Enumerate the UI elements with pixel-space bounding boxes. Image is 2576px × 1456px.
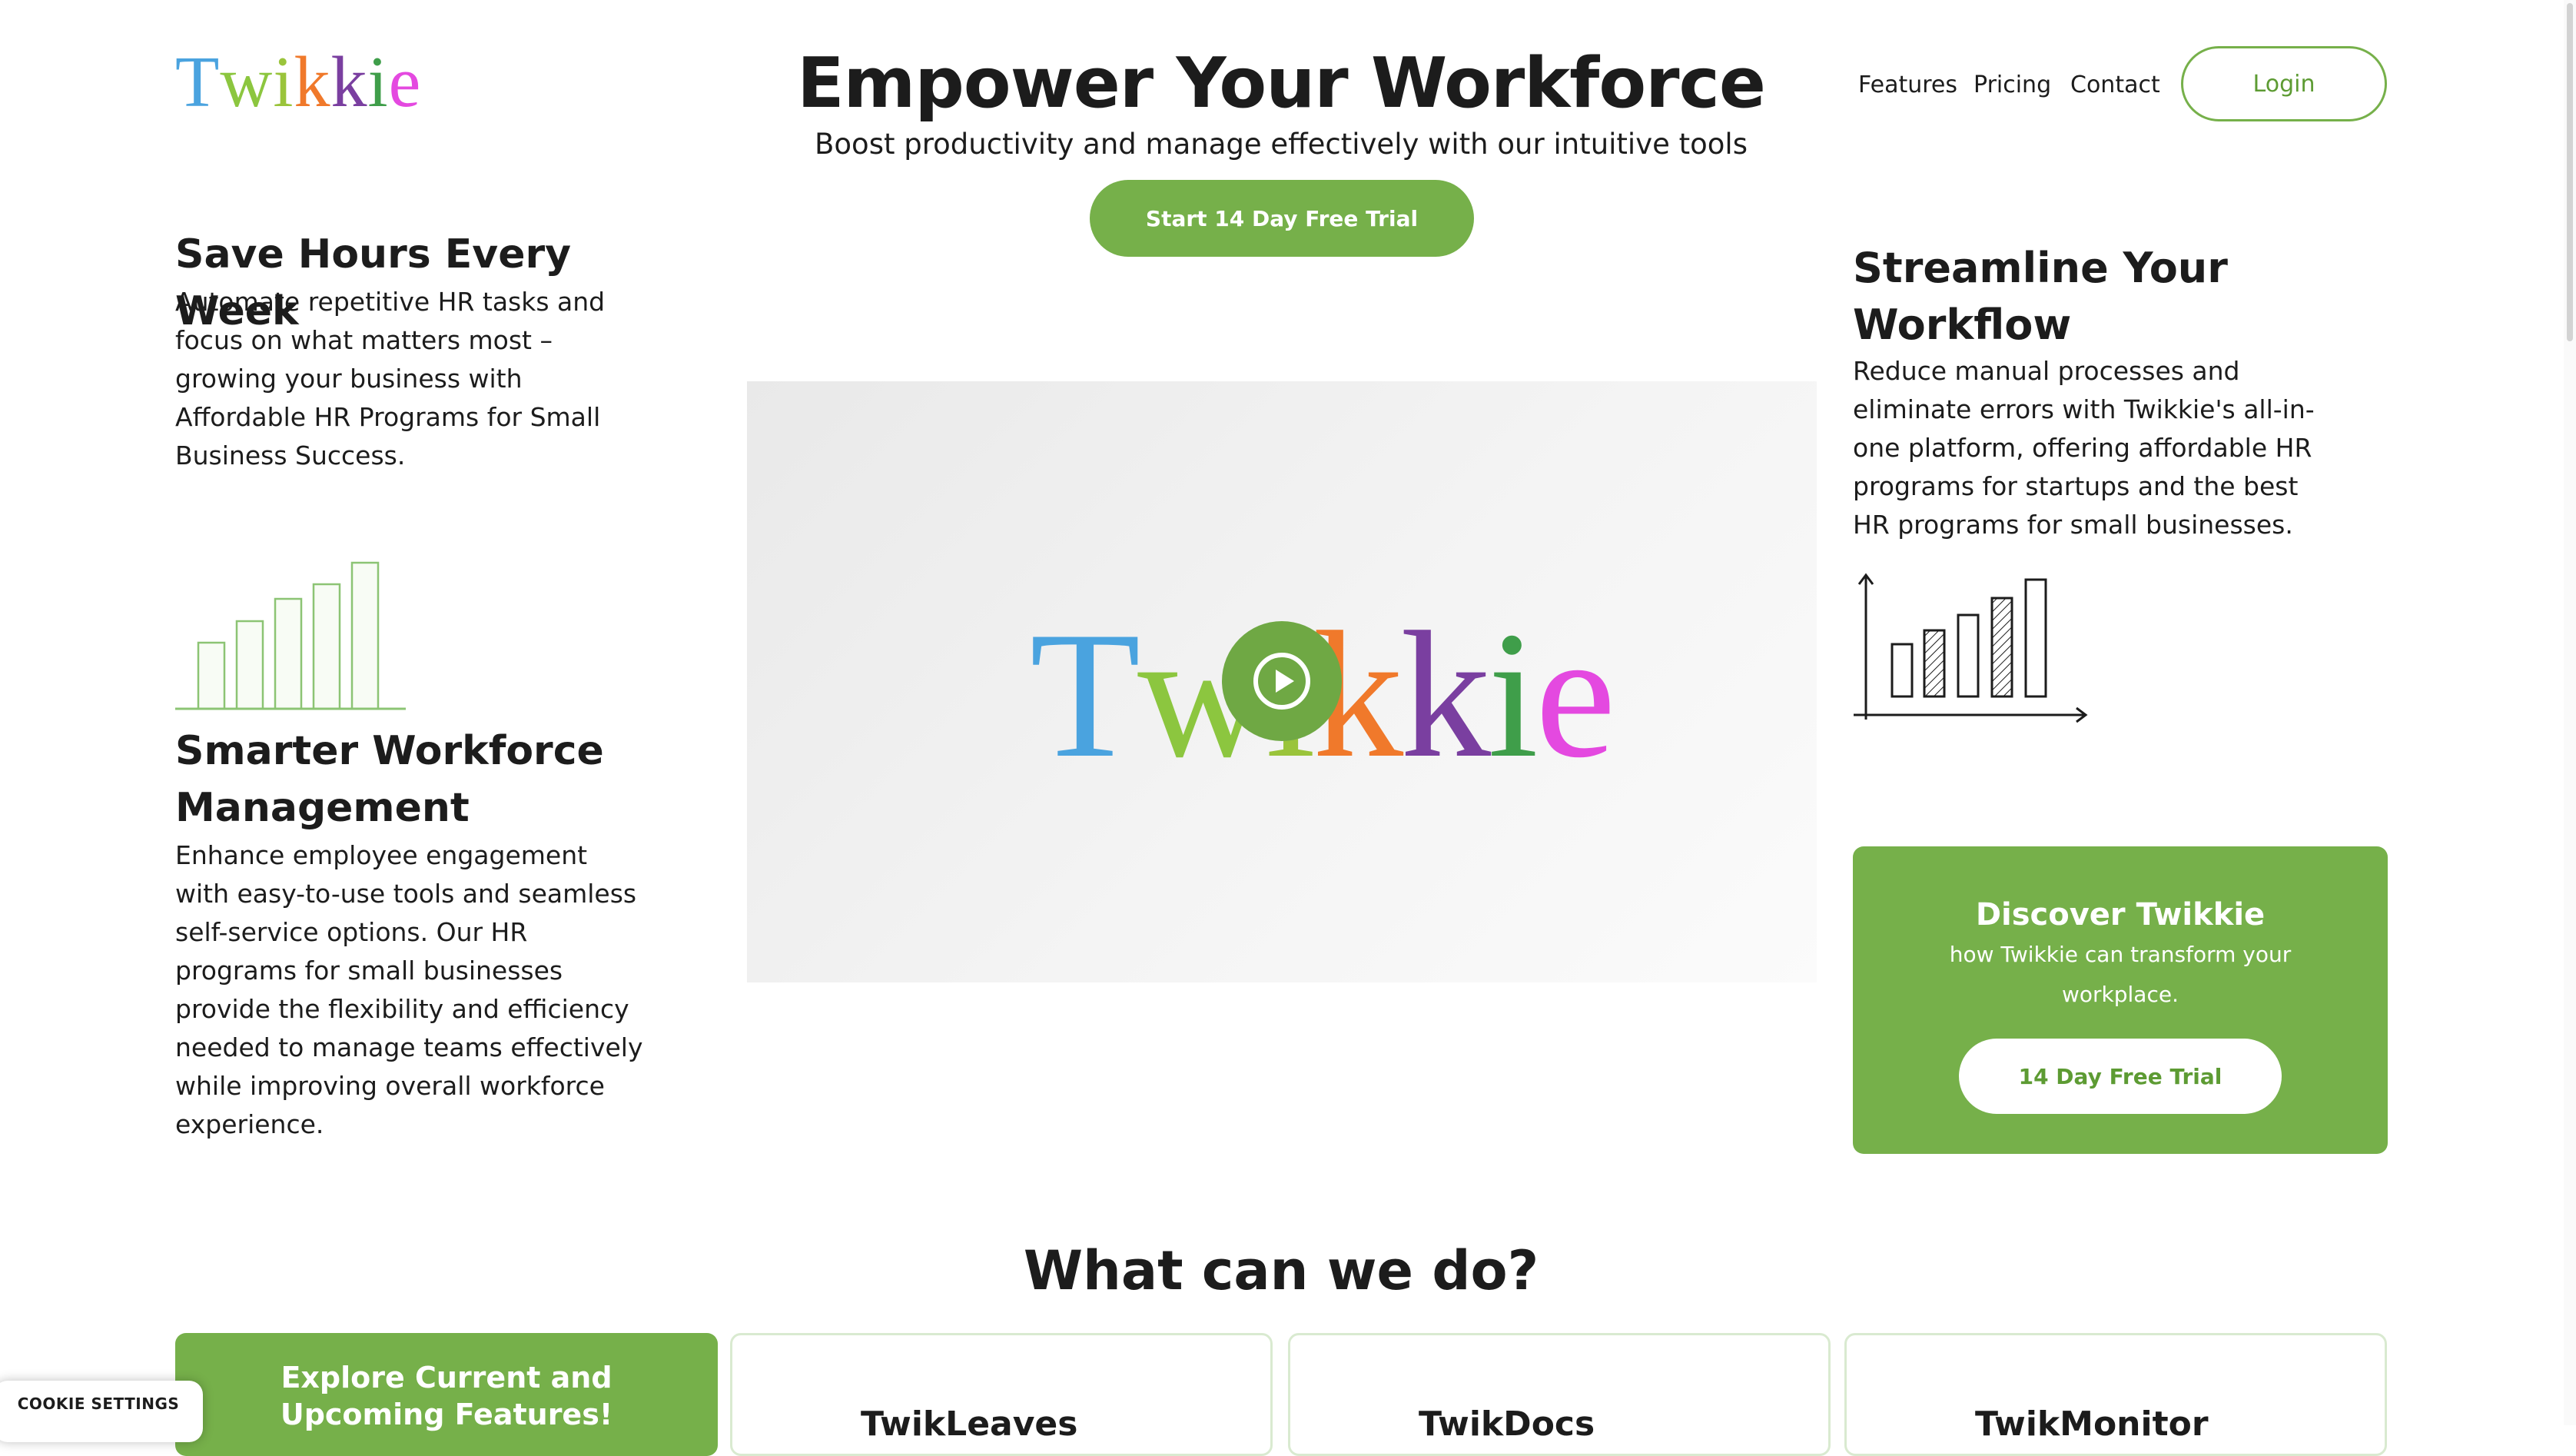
text-line: focus on what matters most – (175, 325, 553, 355)
title-line: Streamline Your (1853, 244, 2228, 292)
logo-letter: e (388, 42, 422, 122)
save-hours-text: Automate repetitive HR tasks and focus o… (175, 283, 605, 475)
logo-letter: i (367, 42, 389, 122)
text-line: while improving overall workforce (175, 1071, 605, 1101)
icon-bar (312, 583, 341, 710)
hero-title: Empower Your Workforce (797, 43, 1766, 124)
logo-letter: T (175, 42, 221, 122)
feature-tile-label: TwikDocs (1419, 1404, 1595, 1444)
text-line: experience. (175, 1109, 324, 1139)
feature-tile-label: TwikMonitor (1975, 1404, 2209, 1444)
title-line: Smarter Workforce (175, 728, 604, 774)
title-line: Workflow (1853, 301, 2072, 349)
video-logo-letter: e (1535, 595, 1616, 796)
discover-title: Discover Twikkie (1975, 897, 2266, 932)
video-logo-letter: T (1030, 595, 1140, 796)
icon-bar (235, 620, 264, 710)
text-line: programs for small businesses (175, 956, 563, 986)
smarter-workforce-title: Smarter Workforce Management (175, 723, 698, 836)
icon-bar (274, 597, 303, 710)
text-line: HR programs for small businesses. (1853, 510, 2293, 540)
text-line: programs for startups and the best (1853, 471, 2299, 501)
text-line: one platform, offering affordable HR (1853, 433, 2312, 463)
twikkie-logo[interactable]: Twikkie (175, 40, 421, 125)
chart-growth-icon (1854, 573, 2088, 723)
streamline-text: Reduce manual processes and eliminate er… (1853, 352, 2322, 544)
text-line: Affordable HR Programs for Small (175, 402, 601, 432)
icon-bar (197, 641, 226, 710)
logo-letter: k (294, 42, 331, 122)
text-line: Enhance employee engagement (175, 840, 588, 870)
start-trial-button[interactable]: Start 14 Day Free Trial (1090, 180, 1474, 257)
play-icon (1253, 653, 1310, 710)
play-button[interactable] (1222, 621, 1342, 741)
explore-features-label: Explore Current and Upcoming Features! (280, 1361, 613, 1431)
logo-letter: k (330, 42, 368, 122)
logo-letter: i (273, 42, 294, 122)
text-line: Business Success. (175, 440, 406, 470)
nav-pricing[interactable]: Pricing (1973, 68, 2051, 103)
icon-bar (350, 561, 380, 710)
video-logo-letter: k (1400, 595, 1491, 796)
nav-contact[interactable]: Contact (2070, 68, 2160, 103)
text-line: Automate repetitive HR tasks and (175, 287, 606, 317)
logo-letter: w (220, 42, 274, 122)
hero-subtitle: Boost productivity and manage effectivel… (815, 128, 1748, 161)
free-trial-button[interactable]: 14 Day Free Trial (1959, 1039, 2282, 1114)
scrollbar-thumb[interactable] (2567, 3, 2573, 341)
nav-features[interactable]: Features (1858, 68, 1957, 103)
text-line: growing your business with (175, 364, 523, 394)
cookie-settings-button[interactable]: COOKIE SETTINGS (0, 1381, 203, 1442)
video-logo-letter: i (1488, 595, 1539, 796)
streamline-title: Streamline Your Workflow (1853, 240, 2345, 354)
text-line: Reduce manual processes and (1853, 356, 2240, 386)
text-line: self-service options. Our HR (175, 917, 528, 947)
text-line: needed to manage teams effectively (175, 1032, 643, 1062)
bar-growth-icon (175, 561, 406, 710)
title-line: Management (175, 785, 470, 831)
discover-text: how Twikkie can transform your workplace… (1949, 942, 2292, 1007)
smarter-workforce-text: Enhance employee engagement with easy-to… (175, 836, 643, 1144)
text-line: provide the flexibility and efficiency (175, 994, 629, 1024)
feature-tile-label: TwikLeaves (861, 1404, 1078, 1444)
login-button[interactable]: Login (2181, 46, 2387, 121)
text-line: with easy-to-use tools and seamless (175, 879, 637, 909)
text-line: eliminate errors with Twikkie's all-in- (1853, 394, 2315, 424)
section-title: What can we do? (1023, 1239, 1539, 1302)
